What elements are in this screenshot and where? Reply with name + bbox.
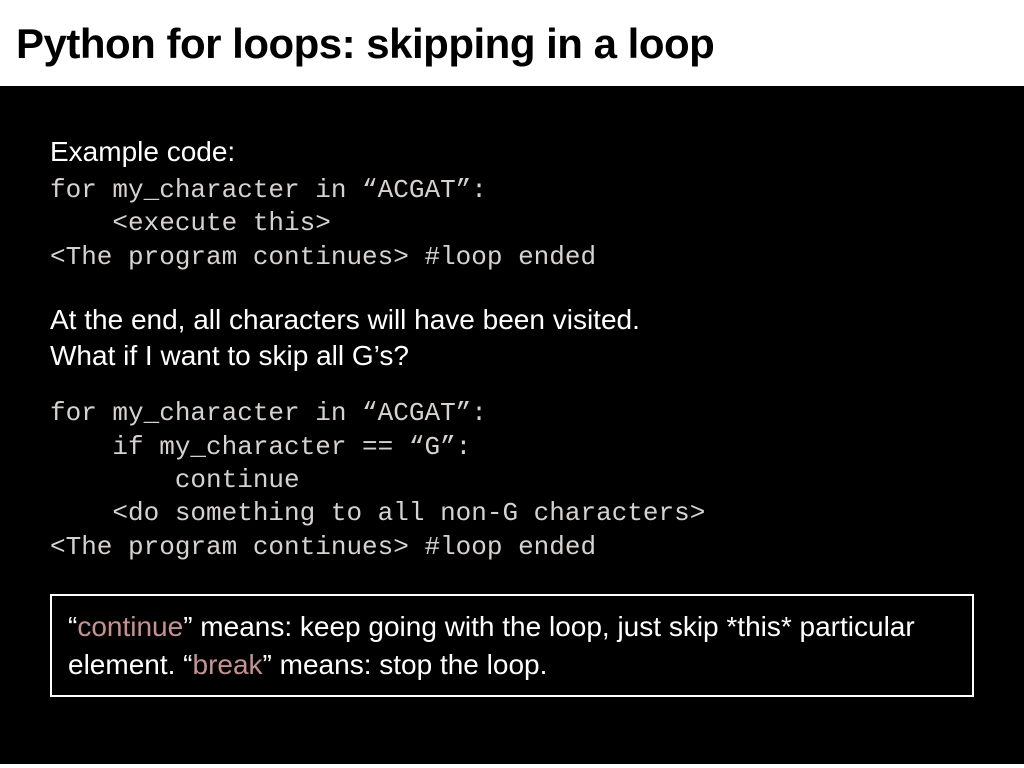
explanation-paragraph: At the end, all characters will have bee… [50,302,974,374]
code-block-2: for my_character in “ACGAT”: if my_chara… [50,397,974,563]
code-block-1: for my_character in “ACGAT”: <execute th… [50,174,974,274]
summary-text-2: ” means: stop the loop. [263,649,548,680]
example-label: Example code: [50,136,974,168]
slide-title: Python for loops: skipping in a loop [16,20,1008,68]
summary-box: “continue” means: keep going with the lo… [50,594,974,698]
slide-body: Example code: for my_character in “ACGAT… [0,86,1024,764]
title-bar: Python for loops: skipping in a loop [0,0,1024,86]
keyword-continue: continue [77,611,183,642]
summary-text-q1: “ [68,611,77,642]
keyword-break: break [193,649,263,680]
